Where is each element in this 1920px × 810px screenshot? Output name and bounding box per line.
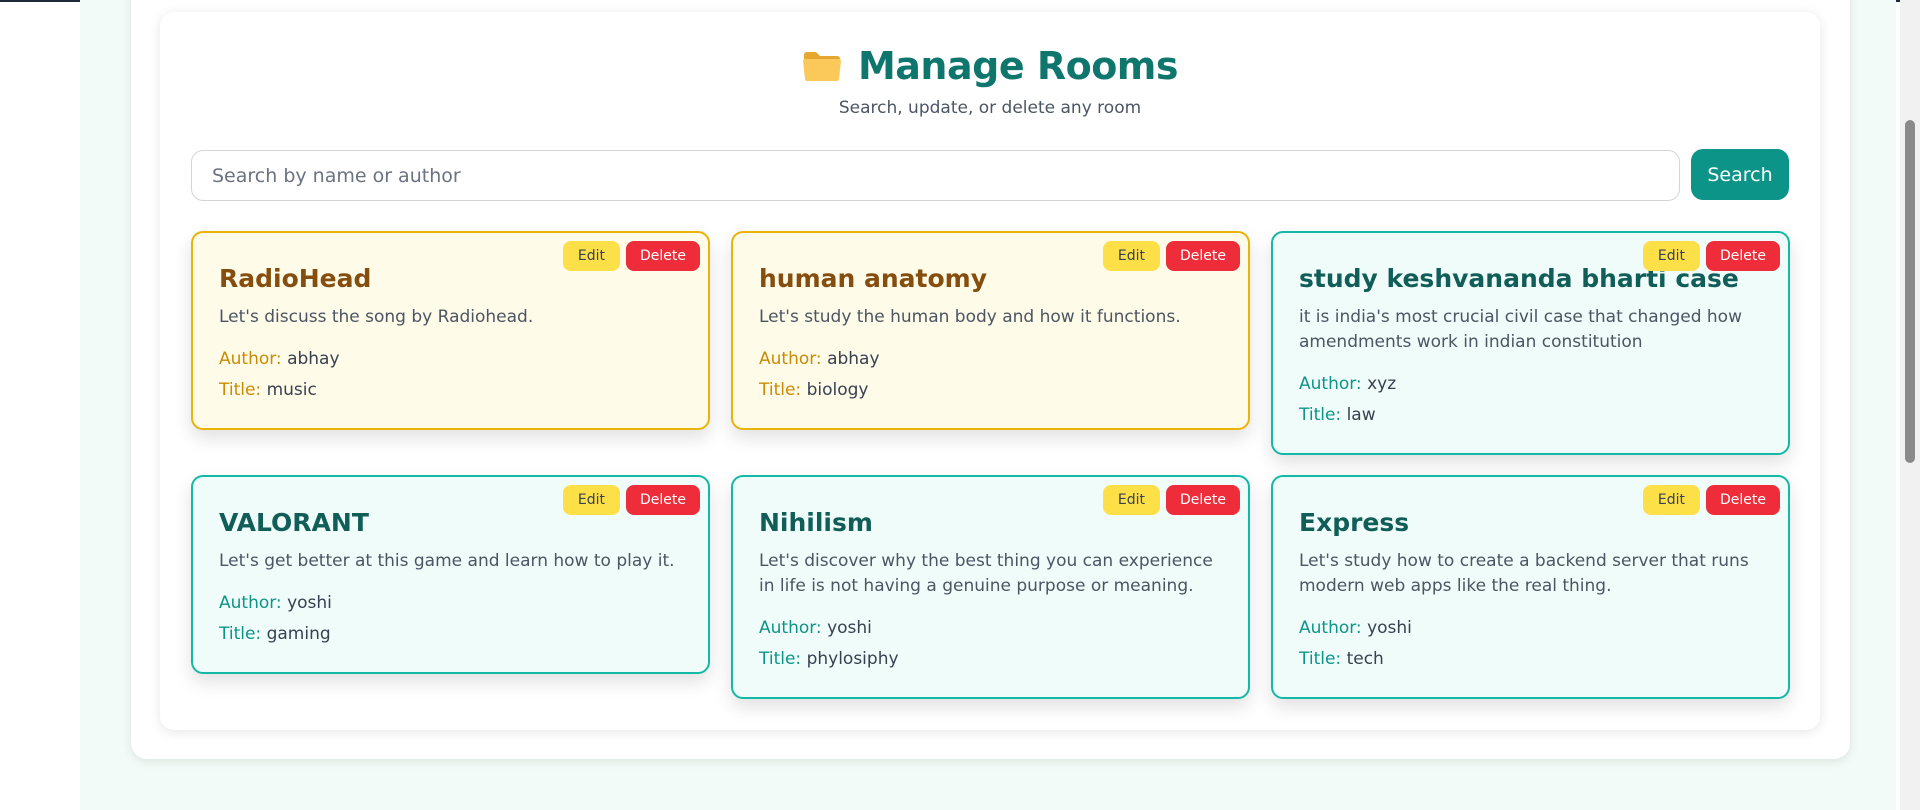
author-label: Author: xyxy=(759,618,822,638)
folder-icon xyxy=(802,49,842,83)
author-label: Author: xyxy=(219,349,282,369)
category-value: law xyxy=(1346,405,1376,425)
category-label: Title: xyxy=(759,649,802,669)
room-card: Edit Delete human anatomy Let's study th… xyxy=(731,231,1250,430)
scrollbar-thumb[interactable] xyxy=(1905,120,1915,463)
edit-button[interactable]: Edit xyxy=(1642,241,1700,271)
title-row: Manage Rooms xyxy=(160,44,1820,88)
delete-button[interactable]: Delete xyxy=(1166,241,1240,271)
room-card: Edit Delete RadioHead Let's discuss the … xyxy=(191,231,710,430)
edit-button[interactable]: Edit xyxy=(562,485,620,515)
author-label: Author: xyxy=(219,593,282,613)
room-card: Edit Delete VALORANT Let's get better at… xyxy=(191,475,710,674)
room-card: Edit Delete Nihilism Let's discover why … xyxy=(731,475,1250,699)
room-description: it is india's most crucial civil case th… xyxy=(1299,307,1742,352)
room-description: Let's discuss the song by Radiohead. xyxy=(219,307,534,327)
author-value: yoshi xyxy=(287,593,332,613)
room-category: Title: music xyxy=(219,378,682,403)
category-label: Title: xyxy=(219,624,262,644)
edit-button[interactable]: Edit xyxy=(1102,241,1160,271)
room-description: Let's study how to create a backend serv… xyxy=(1299,551,1749,596)
category-label: Title: xyxy=(219,380,262,400)
author-value: yoshi xyxy=(1367,618,1412,638)
category-label: Title: xyxy=(1299,405,1342,425)
room-author: Author: yoshi xyxy=(1299,616,1762,641)
card-actions: Edit Delete xyxy=(562,241,700,271)
room-category: Title: gaming xyxy=(219,622,682,647)
edit-button[interactable]: Edit xyxy=(562,241,620,271)
delete-button[interactable]: Delete xyxy=(626,241,700,271)
author-label: Author: xyxy=(759,349,822,369)
category-value: phylosiphy xyxy=(806,649,899,669)
page-title: Manage Rooms xyxy=(857,44,1179,88)
card-actions: Edit Delete xyxy=(1642,241,1780,271)
room-description: Let's study the human body and how it fu… xyxy=(759,307,1181,327)
search-input[interactable] xyxy=(191,150,1680,201)
author-label: Author: xyxy=(1299,374,1362,394)
category-label: Title: xyxy=(1299,649,1342,669)
category-label: Title: xyxy=(759,380,802,400)
room-author: Author: abhay xyxy=(219,347,682,372)
delete-button[interactable]: Delete xyxy=(1706,241,1780,271)
page-header: Manage Rooms Search, update, or delete a… xyxy=(160,44,1820,118)
edit-button[interactable]: Edit xyxy=(1642,485,1700,515)
room-description: Let's get better at this game and learn … xyxy=(219,551,675,571)
room-card: Edit Delete Express Let's study how to c… xyxy=(1271,475,1790,699)
delete-button[interactable]: Delete xyxy=(626,485,700,515)
delete-button[interactable]: Delete xyxy=(1706,485,1780,515)
room-author: Author: xyz xyxy=(1299,372,1762,397)
room-category: Title: biology xyxy=(759,378,1222,403)
room-description: Let's discover why the best thing you ca… xyxy=(759,551,1213,596)
author-value: xyz xyxy=(1367,374,1397,394)
room-author: Author: yoshi xyxy=(219,591,682,616)
category-value: biology xyxy=(806,380,869,400)
page-subtitle: Search, update, or delete any room xyxy=(838,98,1142,118)
delete-button[interactable]: Delete xyxy=(1166,485,1240,515)
category-value: gaming xyxy=(266,624,331,644)
author-value: abhay xyxy=(287,349,340,369)
card-actions: Edit Delete xyxy=(1642,485,1780,515)
card-actions: Edit Delete xyxy=(562,485,700,515)
card-actions: Edit Delete xyxy=(1102,241,1240,271)
author-value: abhay xyxy=(827,349,880,369)
room-card: Edit Delete study keshvananda bharti cas… xyxy=(1271,231,1790,455)
edit-button[interactable]: Edit xyxy=(1102,485,1160,515)
search-button[interactable]: Search xyxy=(1691,149,1789,200)
room-author: Author: yoshi xyxy=(759,616,1222,641)
author-label: Author: xyxy=(1299,618,1362,638)
room-category: Title: tech xyxy=(1299,647,1762,672)
category-value: music xyxy=(266,380,317,400)
category-value: tech xyxy=(1346,649,1384,669)
room-category: Title: phylosiphy xyxy=(759,647,1222,672)
room-author: Author: abhay xyxy=(759,347,1222,372)
card-actions: Edit Delete xyxy=(1102,485,1240,515)
room-category: Title: law xyxy=(1299,403,1762,428)
author-value: yoshi xyxy=(827,618,872,638)
